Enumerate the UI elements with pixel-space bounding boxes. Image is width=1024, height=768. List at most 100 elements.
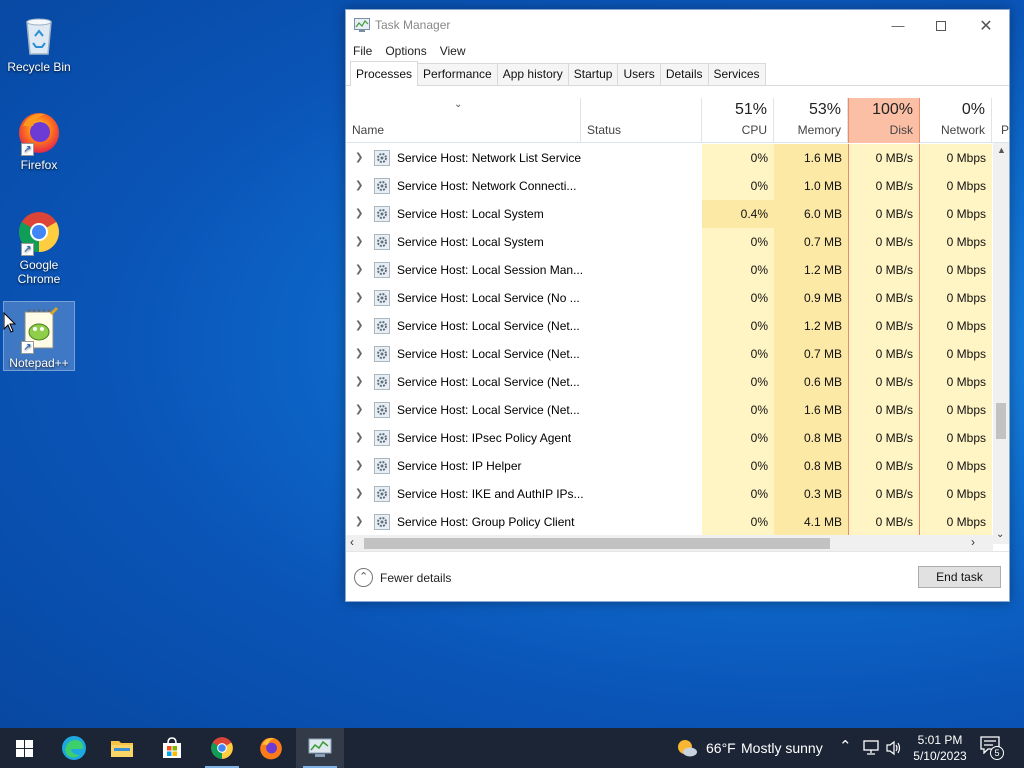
expand-chevron-icon[interactable]: ❯ [355, 312, 365, 340]
fewer-details-button[interactable]: ⌃ Fewer details [354, 568, 451, 587]
expand-chevron-icon[interactable]: ❯ [355, 340, 365, 368]
process-name: Service Host: IPsec Policy Agent [397, 431, 572, 445]
horizontal-scroll-thumb[interactable] [364, 538, 830, 549]
process-name: Service Host: Local Service (Net... [397, 375, 580, 389]
clock[interactable]: 5:01 PM 5/10/2023 [906, 732, 974, 764]
minimize-button[interactable]: — [875, 10, 921, 41]
expand-chevron-icon[interactable]: ❯ [355, 508, 365, 536]
table-row[interactable]: ❯ Service Host: Group Policy Client 0% 4.1 … [346, 508, 1009, 536]
vertical-scroll-thumb[interactable] [996, 403, 1006, 439]
weather-temp[interactable]: 66°F [706, 740, 736, 756]
table-row[interactable]: ❯ Service Host: Local System 0% 0.7 MB 0 MB/… [346, 228, 1009, 256]
expand-chevron-icon[interactable]: ❯ [355, 228, 365, 256]
tab-performance[interactable]: Performance [417, 63, 498, 85]
table-row[interactable]: ❯ Service Host: Network Connecti... 0% 1.0 … [346, 172, 1009, 200]
network-percent: 0% [961, 101, 985, 118]
network-cell: 0 Mbps [920, 508, 992, 536]
taskbar-chrome[interactable] [198, 728, 246, 768]
volume-icon[interactable] [885, 740, 903, 756]
process-name: Service Host: Network List Service [397, 151, 582, 165]
cpu-cell: 0% [702, 424, 774, 452]
weather-sun-cloud-icon[interactable] [676, 737, 698, 759]
tab-processes[interactable]: Processes [350, 61, 419, 86]
network-icon[interactable] [862, 740, 880, 756]
column-header-power[interactable]: P [993, 98, 1009, 143]
expand-chevron-icon[interactable]: ❯ [355, 396, 365, 424]
taskbar-file-explorer[interactable] [98, 728, 146, 768]
expand-chevron-icon[interactable]: ❯ [355, 284, 365, 312]
expand-chevron-icon[interactable]: ❯ [355, 480, 365, 508]
table-row[interactable]: ❯ Service Host: Local Service (Net... 0% 0.… [346, 340, 1009, 368]
cpu-cell: 0% [702, 480, 774, 508]
scroll-up-icon: ▲ [997, 145, 1006, 155]
tab-startup[interactable]: Startup [567, 63, 619, 85]
start-button[interactable] [0, 728, 48, 768]
table-row[interactable]: ❯ Service Host: IPsec Policy Agent 0% 0.8 M… [346, 424, 1009, 452]
expand-chevron-icon[interactable]: ❯ [355, 200, 365, 228]
tab-users[interactable]: Users [617, 63, 661, 85]
taskbar-task-manager[interactable] [296, 728, 344, 768]
scroll-left-icon: ‹ [350, 535, 354, 549]
task-manager-window[interactable]: Task Manager — ✕ File Options View Proce… [345, 9, 1010, 602]
taskbar-store[interactable] [148, 728, 196, 768]
table-row[interactable]: ❯ Service Host: Local Service (Net... 0% 1.… [346, 396, 1009, 424]
column-header-memory[interactable]: 53% Memory [774, 98, 848, 143]
table-row[interactable]: ❯ Service Host: IP Helper 0% 0.8 MB 0 MB/s 0 … [346, 452, 1009, 480]
desktop-icon-firefox[interactable]: ↗ Firefox [4, 104, 74, 172]
network-cell: 0 Mbps [920, 172, 992, 200]
shortcut-arrow-icon: ↗ [21, 341, 34, 354]
table-row[interactable]: ❯ Service Host: Local System 0.4% 6.0 MB 0 M… [346, 200, 1009, 228]
end-task-button[interactable]: End task [918, 566, 1001, 588]
column-header-name[interactable]: ⌄ Name [346, 98, 581, 143]
cpu-cell: 0% [702, 508, 774, 536]
tab-services[interactable]: Services [707, 63, 766, 85]
firefox-icon [260, 737, 282, 760]
expand-chevron-icon[interactable]: ❯ [355, 368, 365, 396]
column-header-network[interactable]: 0% Network [920, 98, 992, 143]
expand-chevron-icon[interactable]: ❯ [355, 144, 365, 172]
expand-chevron-icon[interactable]: ❯ [355, 424, 365, 452]
expand-chevron-icon[interactable]: ❯ [355, 452, 365, 480]
memory-cell: 0.9 MB [774, 284, 848, 312]
title-bar[interactable]: Task Manager — ✕ [346, 10, 1009, 41]
table-row[interactable]: ❯ Service Host: Network List Service 0% 1.6… [346, 144, 1009, 172]
memory-cell: 1.0 MB [774, 172, 848, 200]
memory-cell: 1.2 MB [774, 312, 848, 340]
show-hidden-icons-chevron-icon[interactable]: ⌃ [839, 737, 852, 755]
weather-condition[interactable]: Mostly sunny [741, 740, 823, 756]
menu-view[interactable]: View [440, 41, 466, 61]
service-gear-icon [374, 458, 390, 474]
table-row[interactable]: ❯ Service Host: Local Service (Net... 0% 0.… [346, 368, 1009, 396]
taskbar-firefox[interactable] [247, 728, 295, 768]
column-header-status[interactable]: Status [581, 98, 702, 143]
menu-file[interactable]: File [353, 41, 372, 61]
desktop-icon-recycle-bin[interactable]: Recycle Bin [4, 6, 74, 74]
menu-options[interactable]: Options [385, 41, 426, 61]
tab-details[interactable]: Details [659, 63, 709, 85]
maximize-button[interactable] [918, 10, 964, 41]
scroll-right-icon: › [971, 535, 975, 549]
column-header-disk[interactable]: 100% Disk [848, 98, 920, 143]
notification-center-button[interactable]: 5 [980, 736, 1006, 760]
close-button[interactable]: ✕ [963, 10, 1009, 41]
horizontal-scrollbar[interactable]: ‹ › [346, 535, 993, 552]
network-cell: 0 Mbps [920, 396, 992, 424]
service-gear-icon [374, 318, 390, 334]
column-header-cpu[interactable]: 51% CPU [702, 98, 774, 143]
desktop-icon-google-chrome[interactable]: ↗ Google Chrome [4, 204, 74, 286]
vertical-scrollbar[interactable]: ▲ ⌄ [993, 143, 1009, 544]
table-row[interactable]: ❯ Service Host: Local Service (Net... 0% 1.… [346, 312, 1009, 340]
table-row[interactable]: ❯ Service Host: IKE and AuthIP IPs... 0% 0.… [346, 480, 1009, 508]
task-manager-icon [308, 738, 332, 757]
taskbar-edge[interactable] [50, 728, 98, 768]
expand-chevron-icon[interactable]: ❯ [355, 256, 365, 284]
desktop-icon-label: Recycle Bin [7, 60, 71, 74]
table-row[interactable]: ❯ Service Host: Local Session Man... 0% 1.2… [346, 256, 1009, 284]
tab-strip: Processes Performance App history Startu… [346, 61, 1009, 86]
memory-cell: 4.1 MB [774, 508, 848, 536]
clock-time: 5:01 PM [917, 733, 963, 747]
table-row[interactable]: ❯ Service Host: Local Service (No ... 0% 0.… [346, 284, 1009, 312]
service-gear-icon [374, 374, 390, 390]
tab-app-history[interactable]: App history [496, 63, 569, 85]
expand-chevron-icon[interactable]: ❯ [355, 172, 365, 200]
